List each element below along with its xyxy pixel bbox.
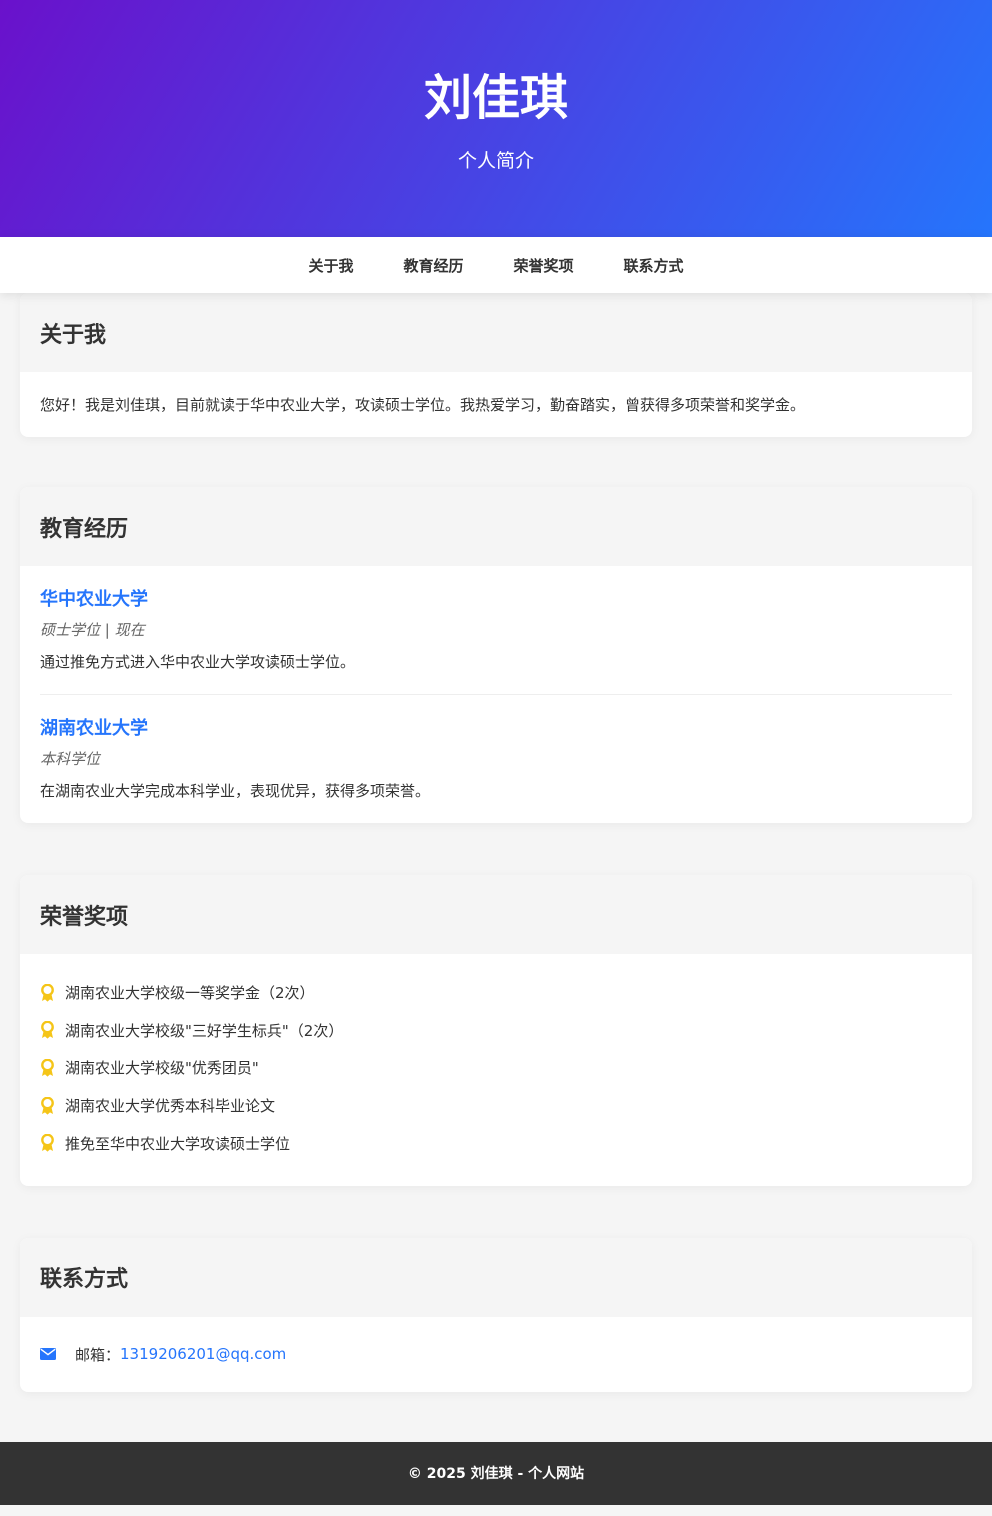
nav-item-contact[interactable]: 联系方式 [624, 255, 684, 276]
honors-section-title: 荣誉奖项 [40, 904, 129, 930]
education-section-header: 教育经历 [20, 487, 972, 566]
education-degree: 硕士学位 | 现在 [40, 621, 145, 639]
about-text: 您好！我是刘佳琪，目前就读于华中农业大学，攻读硕士学位。我热爱学习，勤奋踏实，曾… [40, 396, 806, 414]
honor-text: 推免至华中农业大学攻读硕士学位 [65, 1134, 291, 1153]
about-section-title: 关于我 [40, 322, 107, 348]
honor-item: 湖南农业大学校级一等奖学金（2次） [40, 974, 952, 1012]
education-section: 教育经历 华中农业大学 硕士学位 | 现在 通过推免方式进入华中农业大学攻读硕士… [20, 487, 972, 823]
about-section: 关于我 您好！我是刘佳琪，目前就读于华中农业大学，攻读硕士学位。我热爱学习，勤奋… [20, 293, 972, 437]
honors-list: 湖南农业大学校级一等奖学金（2次） 湖南农业大学校级"三好学生标兵"（2次） 湖… [20, 954, 972, 1186]
hero-header: 刘佳琪 个人简介 [0, 0, 992, 237]
footer-text: © 2025 刘佳琪 - 个人网站 [407, 1466, 585, 1483]
honor-item: 推免至华中农业大学攻读硕士学位 [40, 1124, 952, 1162]
award-icon [41, 1058, 54, 1077]
nav-item-honors[interactable]: 荣誉奖项 [514, 255, 574, 276]
education-school: 华中农业大学 [40, 589, 148, 610]
award-icon [41, 1096, 54, 1115]
main-content: 关于我 您好！我是刘佳琪，目前就读于华中农业大学，攻读硕士学位。我热爱学习，勤奋… [0, 293, 992, 1392]
honor-text: 湖南农业大学优秀本科毕业论文 [65, 1097, 276, 1116]
honor-item: 湖南农业大学校级"优秀团员" [40, 1049, 952, 1087]
honor-text: 湖南农业大学校级一等奖学金（2次） [65, 984, 315, 1003]
contact-section-header: 联系方式 [20, 1237, 972, 1317]
honor-item: 湖南农业大学校级"三好学生标兵"（2次） [40, 1012, 952, 1050]
education-school: 湖南农业大学 [40, 718, 148, 739]
education-item: 湖南农业大学 本科学位 在湖南农业大学完成本科学业，表现优异，获得多项荣誉。 [40, 694, 952, 823]
honor-text: 湖南农业大学校级"三好学生标兵"（2次） [65, 1021, 344, 1040]
site-footer: © 2025 刘佳琪 - 个人网站 [0, 1441, 992, 1505]
page-subtitle: 个人简介 [457, 150, 534, 172]
main-nav: 关于我 教育经历 荣誉奖项 联系方式 [0, 237, 992, 293]
education-degree: 本科学位 [40, 750, 101, 768]
education-item: 华中农业大学 硕士学位 | 现在 通过推免方式进入华中农业大学攻读硕士学位。 [40, 566, 952, 694]
nav-item-about[interactable]: 关于我 [308, 255, 353, 276]
award-icon [41, 1134, 54, 1152]
honor-item: 湖南农业大学优秀本科毕业论文 [40, 1087, 952, 1125]
contact-section: 联系方式 邮箱： 1319206201@qq.com [20, 1237, 972, 1392]
email-label: 邮箱： [75, 1345, 121, 1364]
education-section-body: 华中农业大学 硕士学位 | 现在 通过推免方式进入华中农业大学攻读硕士学位。 湖… [20, 566, 972, 823]
education-section-title: 教育经历 [40, 516, 129, 542]
education-description: 在湖南农业大学完成本科学业，表现优异，获得多项荣誉。 [40, 782, 431, 800]
honors-section: 荣誉奖项 湖南农业大学校级一等奖学金（2次） 湖南农业大学校级"三好学生标兵"（… [20, 875, 972, 1186]
envelope-icon [40, 1348, 56, 1361]
award-icon [41, 1021, 54, 1039]
award-icon [41, 983, 54, 1002]
honors-section-header: 荣誉奖项 [20, 875, 972, 954]
honor-text: 湖南农业大学校级"优秀团员" [65, 1059, 259, 1078]
education-description: 通过推免方式进入华中农业大学攻读硕士学位。 [40, 653, 356, 671]
nav-item-education[interactable]: 教育经历 [403, 255, 463, 276]
about-section-body: 您好！我是刘佳琪，目前就读于华中农业大学，攻读硕士学位。我热爱学习，勤奋踏实，曾… [20, 372, 972, 437]
email-link[interactable]: 1319206201@qq.com [120, 1345, 286, 1363]
contact-section-body: 邮箱： 1319206201@qq.com [20, 1317, 972, 1392]
about-section-header: 关于我 [20, 293, 972, 372]
page-title: 刘佳琪 [423, 70, 568, 126]
contact-section-title: 联系方式 [40, 1267, 129, 1293]
